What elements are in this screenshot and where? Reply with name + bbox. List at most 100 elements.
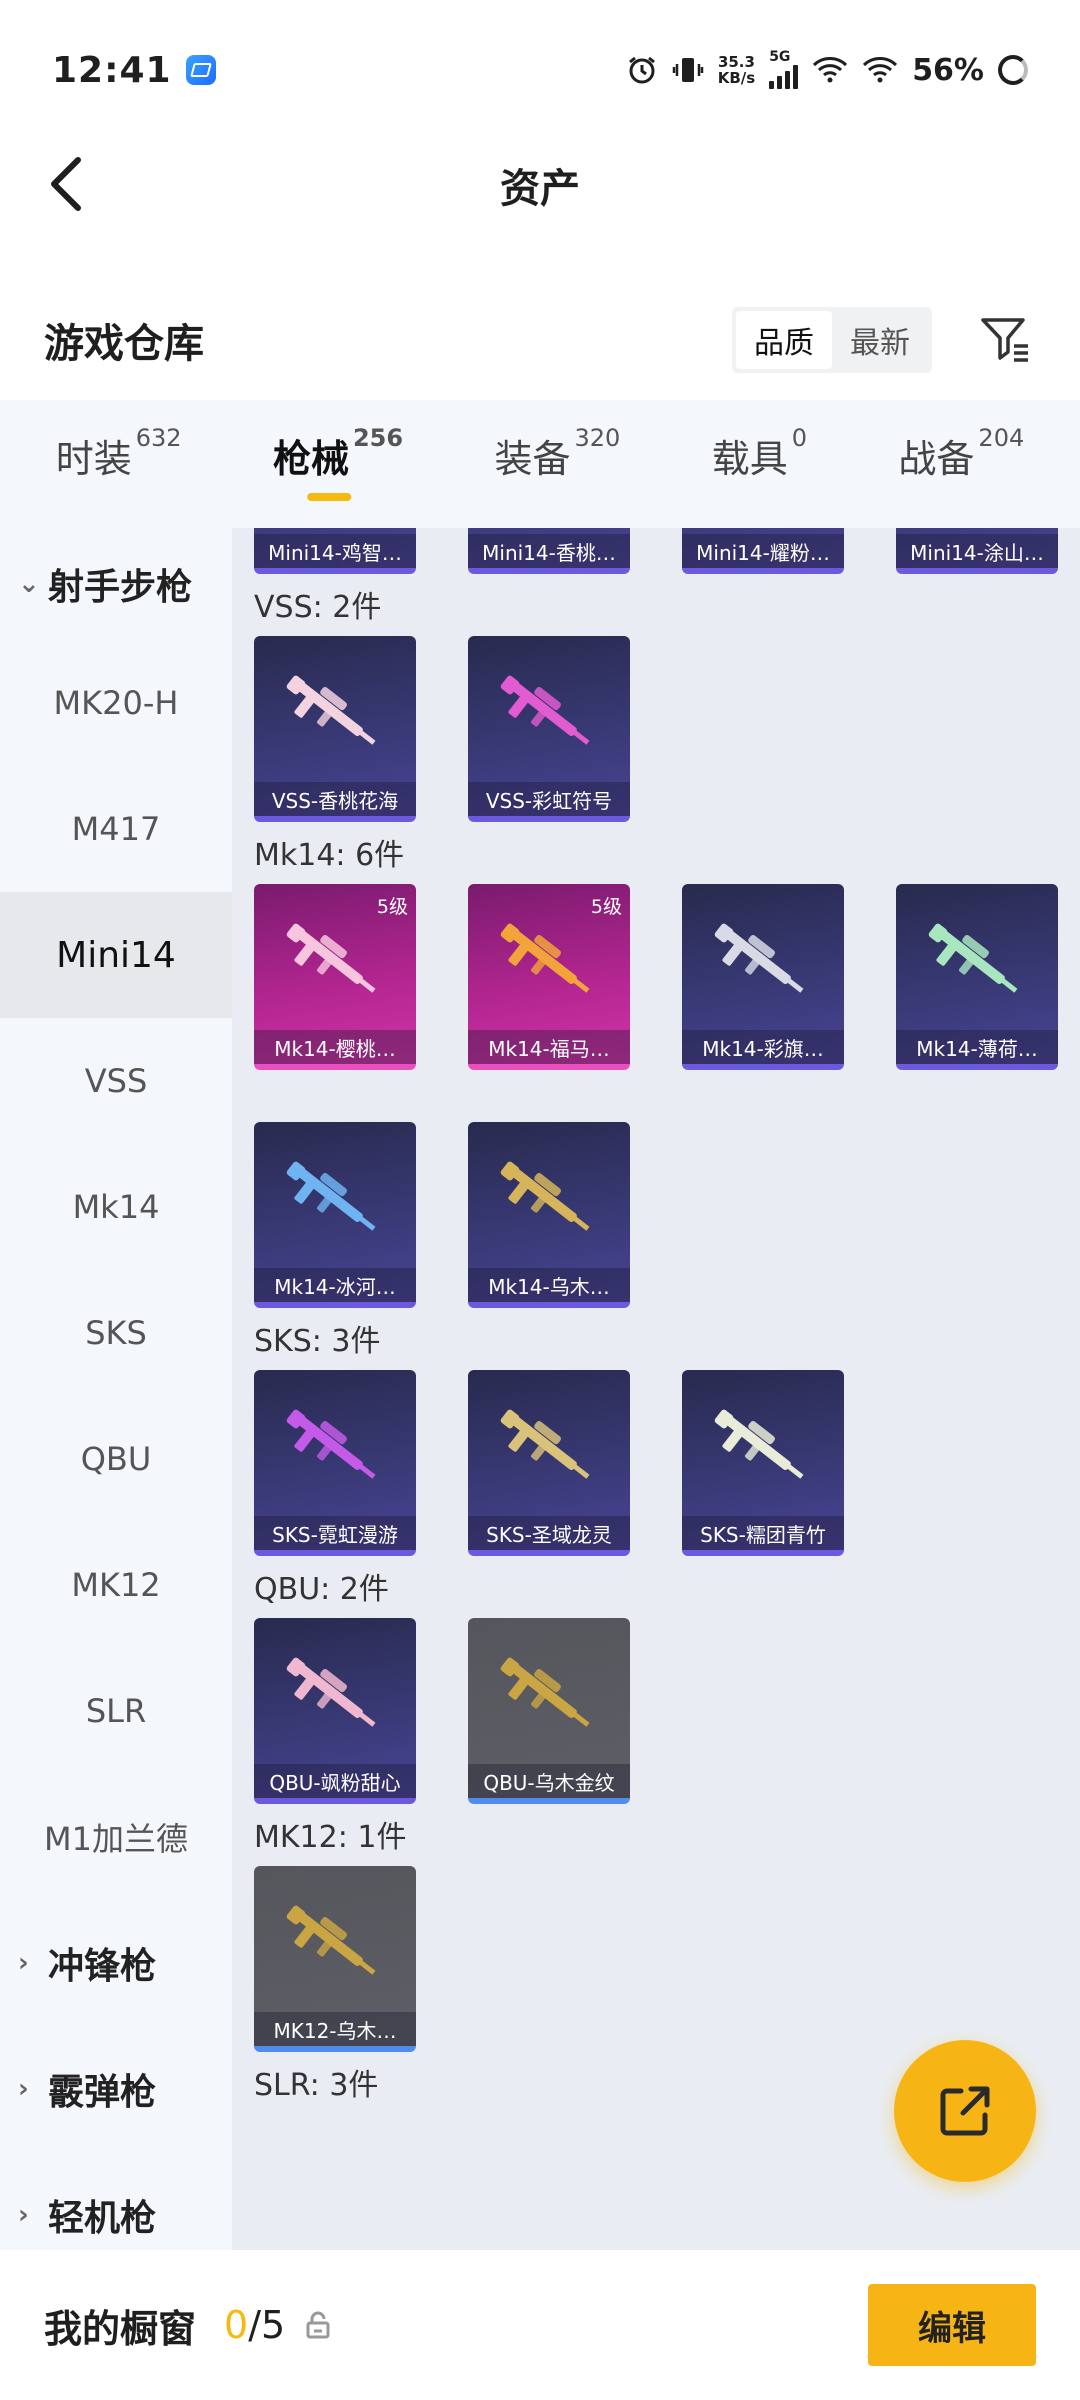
tab-label: 枪械 bbox=[272, 436, 349, 481]
sidebar-item-sks[interactable]: SKS bbox=[0, 1270, 232, 1396]
chevron-left-icon bbox=[51, 157, 81, 211]
wifi-icon bbox=[813, 57, 848, 83]
status-bar: 12:41 35.3 KB/s 5G 56% bbox=[0, 0, 1080, 140]
skin-card[interactable]: 5级 Mk14-福马… bbox=[468, 884, 630, 1070]
cell-signal: 5G bbox=[769, 49, 799, 89]
net-speed-unit: KB/s bbox=[717, 69, 756, 87]
sidebar-item-qbu[interactable]: QBU bbox=[0, 1396, 232, 1522]
skin-card[interactable]: Mini14-涂山… bbox=[896, 528, 1058, 574]
status-time: 12:41 bbox=[52, 49, 172, 91]
gun-image bbox=[928, 923, 1018, 993]
sidebar-group-label: 冲锋枪 bbox=[48, 1946, 157, 1987]
gun-image bbox=[714, 923, 804, 993]
tab-guns[interactable]: 枪械 256 bbox=[272, 424, 403, 501]
skin-card[interactable]: QBU-飒粉甜心 bbox=[254, 1618, 416, 1804]
skin-card[interactable]: Mk14-乌木… bbox=[468, 1122, 630, 1308]
network-type: 5G bbox=[769, 49, 791, 65]
tab-label: 战备 bbox=[898, 436, 975, 481]
section-label: Mk14: 6件 bbox=[254, 838, 405, 873]
share-button[interactable] bbox=[894, 2040, 1036, 2182]
skin-card[interactable]: Mini14-香桃… bbox=[468, 528, 630, 574]
sidebar-item-mk12[interactable]: MK12 bbox=[0, 1522, 232, 1648]
gun-image bbox=[500, 675, 590, 745]
warehouse-title: 游戏仓库 bbox=[44, 321, 204, 367]
skin-card[interactable]: SKS-圣域龙灵 bbox=[468, 1370, 630, 1556]
signal-icon bbox=[769, 63, 799, 89]
skin-name: QBU-飒粉甜心 bbox=[254, 1764, 416, 1798]
gun-image bbox=[286, 1657, 376, 1727]
page-title: 资产 bbox=[500, 166, 580, 212]
sidebar-group-label: 霰弹枪 bbox=[48, 2072, 157, 2113]
tab-equipment[interactable]: 装备 320 bbox=[494, 424, 620, 501]
tab-combat-supplies[interactable]: 战备 204 bbox=[898, 424, 1024, 501]
skin-card[interactable]: Mk14-薄荷… bbox=[896, 884, 1058, 1070]
page-header: 资产 bbox=[0, 140, 1080, 230]
filter-icon bbox=[981, 318, 1028, 362]
gun-image bbox=[500, 923, 590, 993]
tab-vehicles[interactable]: 载具 0 bbox=[712, 424, 807, 501]
sidebar-item-vss[interactable]: VSS bbox=[0, 1018, 232, 1144]
skin-name: MK12-乌木… bbox=[254, 2012, 416, 2046]
sidebar-group-label: 轻机枪 bbox=[48, 2198, 157, 2239]
skin-card[interactable]: VSS-彩虹符号 bbox=[468, 636, 630, 822]
sidebar-item-m417[interactable]: M417 bbox=[0, 766, 232, 892]
skin-name: Mini14-鸡智… bbox=[254, 534, 416, 568]
skin-name: SKS-霓虹漫游 bbox=[254, 1516, 416, 1550]
sidebar-group-shotgun[interactable]: › 霰弹枪 bbox=[0, 2026, 232, 2152]
skin-name: Mk14-乌木… bbox=[468, 1268, 630, 1302]
sort-toggle: 品质 最新 bbox=[732, 307, 932, 373]
sidebar-group-lmg[interactable]: › 轻机枪 bbox=[0, 2152, 232, 2250]
sidebar-group-smg[interactable]: › 冲锋枪 bbox=[0, 1900, 232, 2026]
skin-card[interactable]: VSS-香桃花海 bbox=[254, 636, 416, 822]
showcase-title: 我的橱窗 bbox=[44, 2306, 197, 2351]
skin-card[interactable]: 5级 Mk14-樱桃… bbox=[254, 884, 416, 1070]
net-speed: 35.3 KB/s bbox=[718, 54, 755, 86]
sidebar-item-mini14[interactable]: Mini14 bbox=[0, 892, 232, 1018]
tab-fashion[interactable]: 时装 632 bbox=[56, 424, 182, 501]
skin-card[interactable]: Mini14-耀粉… bbox=[682, 528, 844, 574]
sidebar-item-slr[interactable]: SLR bbox=[0, 1648, 232, 1774]
skin-level-badge: 5级 bbox=[376, 896, 408, 918]
sidebar-group-dmr[interactable]: ⌄ 射手步枪 bbox=[0, 528, 232, 640]
gun-image bbox=[286, 1161, 376, 1231]
sidebar-item-m1-garand[interactable]: M1加兰德 bbox=[0, 1774, 232, 1900]
edit-button[interactable]: 编辑 bbox=[868, 2284, 1036, 2366]
tab-count: 0 bbox=[791, 423, 807, 452]
sort-newest[interactable]: 最新 bbox=[832, 311, 928, 369]
skin-card[interactable]: SKS-糯团青竹 bbox=[682, 1370, 844, 1556]
skin-name: Mk14-樱桃… bbox=[254, 1030, 416, 1064]
skin-card[interactable]: SKS-霓虹漫游 bbox=[254, 1370, 416, 1556]
showcase-used: 0 bbox=[224, 2303, 249, 2347]
category-tabs: 时装 632 枪械 256 装备 320 载具 0 战备 204 bbox=[0, 400, 1080, 528]
sidebar-group-label: 射手步枪 bbox=[48, 567, 193, 608]
skin-card[interactable]: Mini14-鸡智… bbox=[254, 528, 416, 574]
weapon-sidebar: ⌄ 射手步枪 MK20-H M417 Mini14 VSS Mk14 SKS QB… bbox=[0, 528, 232, 2250]
tab-label: 装备 bbox=[494, 436, 571, 481]
skin-name: VSS-彩虹符号 bbox=[468, 782, 630, 816]
skin-card[interactable]: Mk14-冰河… bbox=[254, 1122, 416, 1308]
gun-image bbox=[500, 1657, 590, 1727]
skin-name: VSS-香桃花海 bbox=[254, 782, 416, 816]
back-button[interactable] bbox=[36, 154, 96, 214]
skin-name: Mini14-涂山… bbox=[896, 534, 1058, 568]
skin-name: Mk14-福马… bbox=[468, 1030, 630, 1064]
wifi-icon-2 bbox=[863, 57, 898, 83]
skin-card[interactable]: Mk14-彩旗… bbox=[682, 884, 844, 1070]
tab-count: 204 bbox=[978, 423, 1025, 452]
gun-image bbox=[714, 1409, 804, 1479]
showcase-total: /5 bbox=[248, 2303, 286, 2347]
filter-button[interactable] bbox=[976, 310, 1036, 370]
chevron-down-icon: ⌄ bbox=[18, 569, 40, 599]
gun-image bbox=[500, 1409, 590, 1479]
sidebar-item-mk14[interactable]: Mk14 bbox=[0, 1144, 232, 1270]
sidebar-item-mk20h[interactable]: MK20-H bbox=[0, 640, 232, 766]
section-label: SLR: 3件 bbox=[254, 2068, 379, 2103]
status-icons: 35.3 KB/s 5G 56% bbox=[626, 49, 1028, 89]
sort-quality[interactable]: 品质 bbox=[736, 311, 832, 369]
skin-card[interactable]: QBU-乌木金纹 bbox=[468, 1618, 630, 1804]
showcase-bar: 我的橱窗 0/5 编辑 bbox=[0, 2250, 1080, 2400]
share-external-icon bbox=[940, 2086, 990, 2136]
gun-image bbox=[286, 1905, 376, 1975]
chevron-right-icon: › bbox=[18, 2200, 29, 2230]
skin-card[interactable]: MK12-乌木… bbox=[254, 1866, 416, 2052]
